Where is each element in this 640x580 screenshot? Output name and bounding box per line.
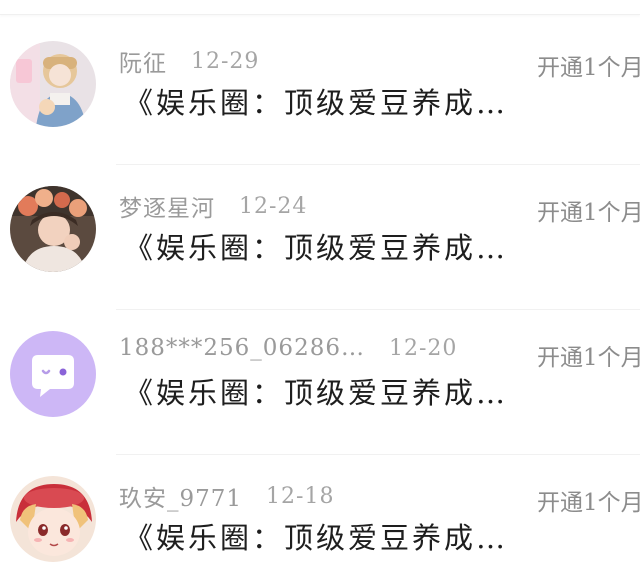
header-divider bbox=[0, 0, 640, 15]
subscriber-list: 阮征 12-29 《娱乐圈：顶级爱豆养成… 开通1个月 梦逐星河 12-24 《… bbox=[0, 20, 640, 580]
item-meta: 玖安_9771 12-18 bbox=[119, 479, 335, 513]
item-meta: 梦逐星河 12-24 bbox=[119, 189, 308, 223]
date-label: 12-29 bbox=[191, 48, 260, 74]
subscription-label: 开通1个月 bbox=[537, 490, 640, 516]
user-name: 玖安_9771 bbox=[119, 486, 243, 512]
book-title: 《娱乐圈：顶级爱豆养成… bbox=[124, 86, 509, 120]
subscription-label: 开通1个月 bbox=[537, 345, 640, 371]
user-photo-icon bbox=[10, 41, 96, 127]
subscription-label: 开通1个月 bbox=[537, 55, 640, 81]
book-title: 《娱乐圈：顶级爱豆养成… bbox=[124, 376, 509, 410]
book-title: 《娱乐圈：顶级爱豆养成… bbox=[124, 231, 509, 265]
avatar[interactable] bbox=[10, 41, 96, 127]
user-name: 梦逐星河 bbox=[119, 196, 215, 222]
user-name: 阮征 bbox=[119, 51, 167, 77]
subscriber-list-page: 阮征 12-29 《娱乐圈：顶级爱豆养成… 开通1个月 梦逐星河 12-24 《… bbox=[0, 0, 640, 580]
list-item[interactable]: 阮征 12-29 《娱乐圈：顶级爱豆养成… 开通1个月 bbox=[0, 20, 640, 165]
book-title: 《娱乐圈：顶级爱豆养成… bbox=[124, 521, 509, 555]
avatar[interactable] bbox=[10, 186, 96, 272]
list-item[interactable]: 188***256_06286… 12-20 《娱乐圈：顶级爱豆养成… 开通1个月 bbox=[0, 310, 640, 455]
subscription-label: 开通1个月 bbox=[537, 200, 640, 226]
user-photo-icon bbox=[10, 186, 96, 272]
item-meta: 188***256_06286… 12-20 bbox=[119, 334, 457, 364]
list-item[interactable]: 玖安_9771 12-18 《娱乐圈：顶级爱豆养成… 开通1个月 bbox=[0, 455, 640, 580]
avatar[interactable] bbox=[10, 331, 96, 417]
avatar[interactable] bbox=[10, 476, 96, 562]
date-label: 12-24 bbox=[239, 193, 308, 219]
user-name: 188***256_06286… bbox=[119, 335, 365, 361]
item-meta: 阮征 12-29 bbox=[119, 44, 260, 78]
date-label: 12-18 bbox=[266, 483, 335, 509]
date-label: 12-20 bbox=[388, 335, 458, 361]
list-item[interactable]: 梦逐星河 12-24 《娱乐圈：顶级爱豆养成… 开通1个月 bbox=[0, 165, 640, 310]
anime-avatar-icon bbox=[10, 476, 96, 562]
chat-bubble-avatar-icon bbox=[10, 331, 96, 417]
